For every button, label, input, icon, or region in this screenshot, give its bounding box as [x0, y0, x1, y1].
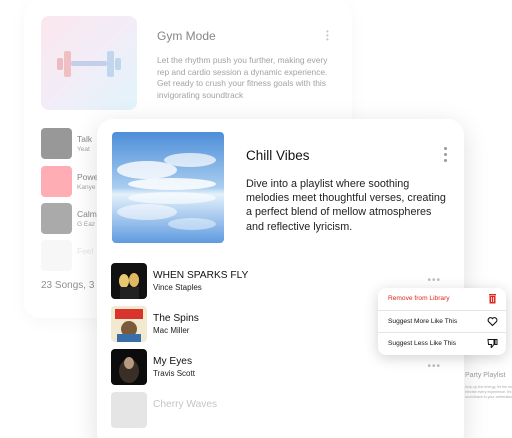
- track-name: Powe: [77, 172, 99, 182]
- menu-item-label: Suggest More Like This: [388, 318, 458, 325]
- track-name: The Spins: [153, 313, 199, 324]
- dumbbell-icon: [57, 51, 121, 77]
- menu-item-label: Suggest Less Like This: [388, 340, 457, 347]
- party-playlist-description: Amp up the energy, let the music elevate…: [465, 385, 512, 399]
- kebab-menu-icon[interactable]: [442, 147, 448, 165]
- track-artist: Travis Scott: [153, 369, 195, 378]
- track-context-menu: Remove from Library Suggest More Like Th…: [378, 288, 506, 355]
- track-name: Calm: [77, 209, 97, 219]
- party-playlist-title[interactable]: Party Playlist: [465, 372, 505, 379]
- more-options-icon[interactable]: •••: [427, 361, 441, 372]
- chill-vibes-cover: [112, 132, 224, 243]
- chill-vibes-title: Chill Vibes: [246, 148, 310, 163]
- track-artist: Kanye: [77, 184, 96, 191]
- suggest-more-item[interactable]: Suggest More Like This: [378, 311, 506, 333]
- track-thumbnail: [41, 240, 72, 271]
- track-name: Talk: [77, 134, 93, 144]
- gym-mode-cover: [41, 16, 137, 110]
- track-name: Feel: [77, 246, 94, 256]
- gym-song-count: 23 Songs, 3: [41, 280, 95, 291]
- track-row[interactable]: Cherry Waves: [111, 392, 441, 428]
- track-artist: Mac Miller: [153, 326, 190, 335]
- gym-mode-description: Let the rhythm push you further, making …: [157, 55, 328, 100]
- track-thumbnail: [41, 166, 72, 197]
- screen: Gym Mode Let the rhythm push you further…: [0, 0, 512, 438]
- thumbs-down-icon: [487, 339, 498, 349]
- track-thumbnail: [41, 203, 72, 234]
- gym-mode-title: Gym Mode: [157, 29, 216, 43]
- track-artist: G Eaz: [77, 221, 96, 228]
- track-name: Cherry Waves: [153, 399, 218, 410]
- suggest-less-item[interactable]: Suggest Less Like This: [378, 333, 506, 355]
- track-thumbnail: [111, 392, 147, 428]
- track-artist: Yeat: [77, 146, 90, 153]
- track-name: WHEN SPARKS FLY: [153, 270, 249, 281]
- track-thumbnail: [111, 349, 147, 385]
- chill-vibes-playlist-card[interactable]: Chill Vibes Dive into a playlist where s…: [97, 119, 464, 438]
- gym-mode-kebab-icon[interactable]: • • •: [326, 28, 329, 44]
- more-options-icon[interactable]: •••: [427, 275, 441, 286]
- cloud-sky-image: [112, 132, 224, 243]
- track-name: My Eyes: [153, 356, 193, 367]
- track-artist: Vince Staples: [153, 283, 202, 292]
- track-thumbnail: [111, 263, 147, 299]
- track-thumbnail: [111, 306, 147, 342]
- menu-item-label: Remove from Library: [388, 295, 450, 302]
- remove-from-library-item[interactable]: Remove from Library: [378, 288, 506, 310]
- heart-icon: [487, 317, 498, 327]
- chill-vibes-description: Dive into a playlist where soothing melo…: [246, 178, 446, 233]
- trash-icon: [489, 294, 496, 304]
- track-thumbnail: [41, 128, 72, 159]
